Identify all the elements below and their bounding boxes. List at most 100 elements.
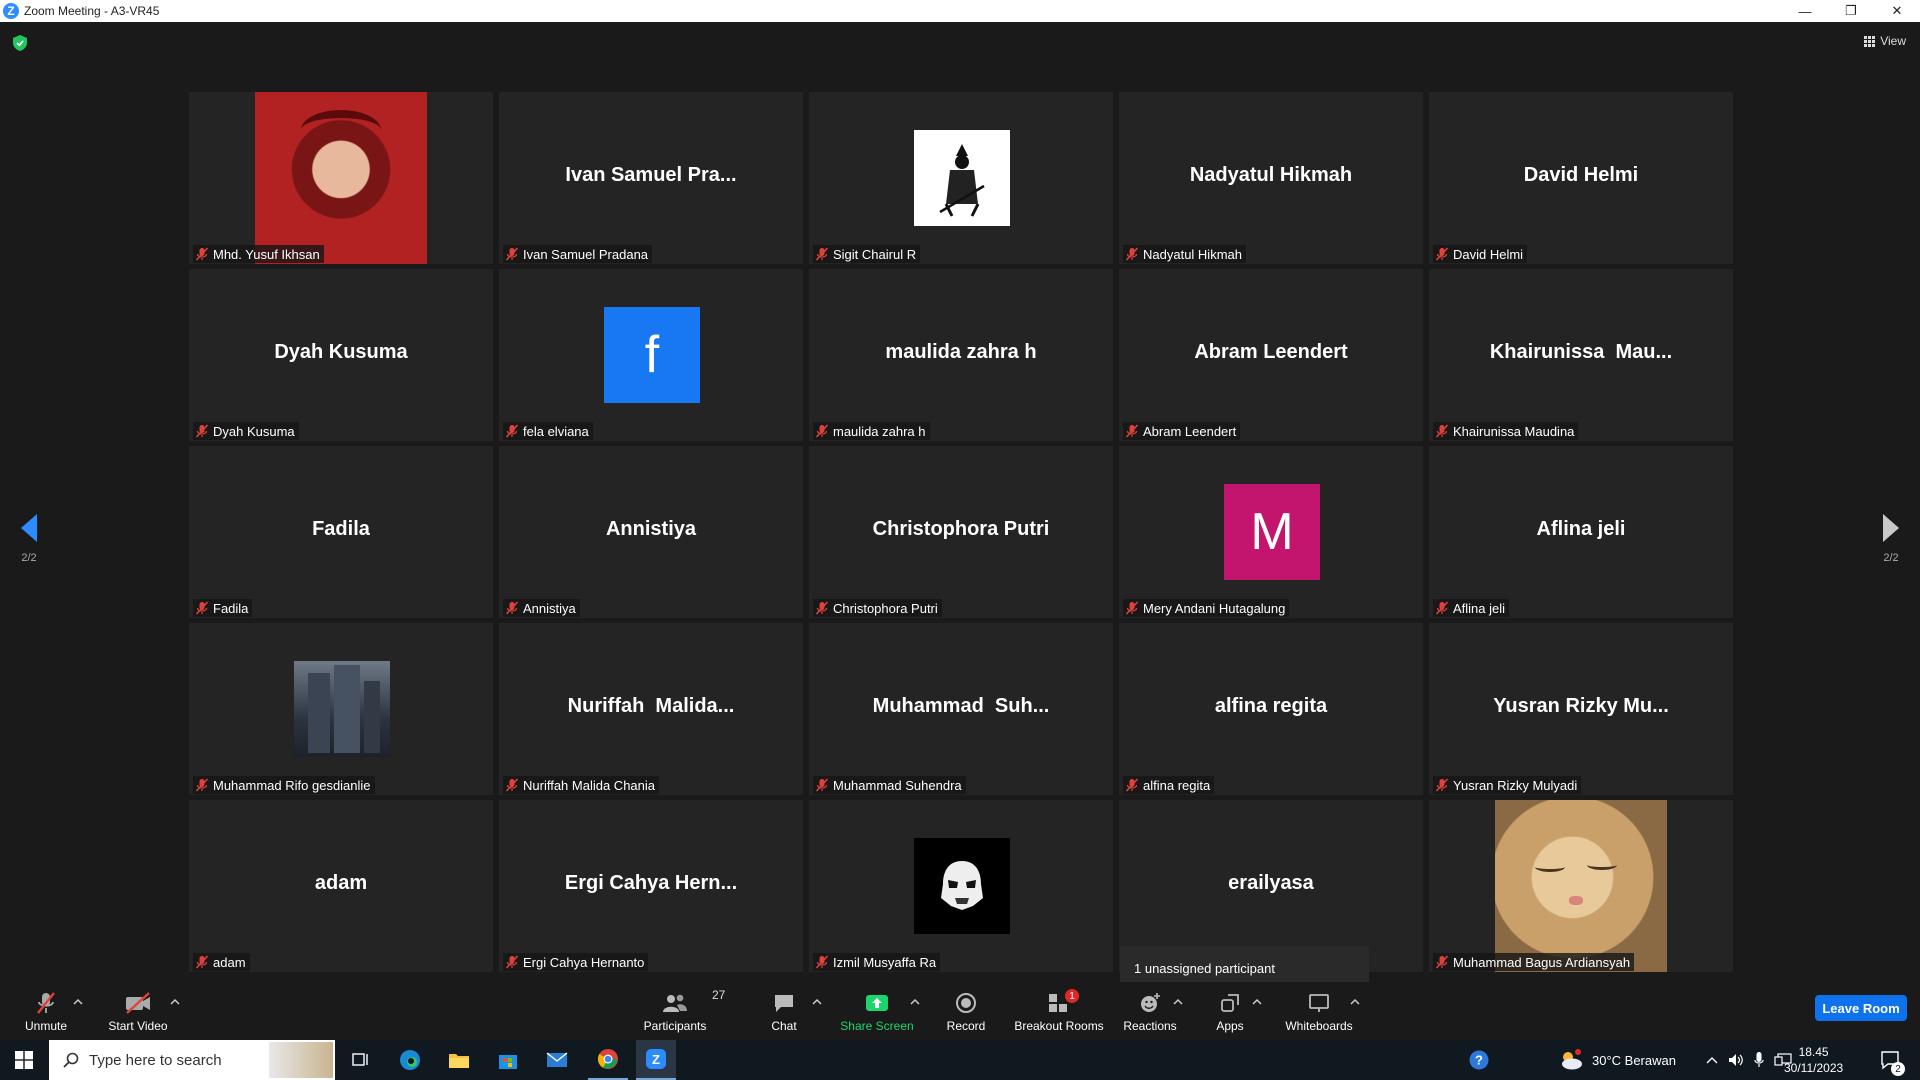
- windows-start-button[interactable]: [10, 1040, 38, 1080]
- whiteboards-button[interactable]: Whiteboards: [1280, 982, 1358, 1040]
- edge-browser-button[interactable]: [395, 1040, 425, 1080]
- participant-name: Mhd. Yusuf Ikhsan: [213, 246, 320, 262]
- zoom-taskbar-button[interactable]: Z: [636, 1040, 676, 1080]
- audio-options-caret-icon[interactable]: [73, 998, 83, 1006]
- mail-button[interactable]: [542, 1040, 572, 1080]
- grid-view-icon: [1864, 35, 1876, 47]
- participant-name-label: Ivan Samuel Pradana: [503, 245, 653, 263]
- share-screen-button[interactable]: Share Screen: [838, 982, 916, 1040]
- arrow-left-icon: [21, 514, 37, 542]
- svg-text:Z: Z: [652, 1052, 660, 1067]
- windows-logo-icon: [15, 1051, 33, 1069]
- help-button[interactable]: ?: [1466, 1040, 1492, 1080]
- participant-tile[interactable]: Fadila Fadila: [189, 446, 493, 618]
- participants-button[interactable]: 27 Participants: [640, 982, 726, 1040]
- participant-display-name: Ergi Cahya Hern...: [564, 872, 738, 894]
- next-page-button[interactable]: 2/2: [1871, 514, 1911, 564]
- participant-display-name: erailyasa: [1228, 872, 1314, 894]
- restore-button[interactable]: ❐: [1828, 0, 1874, 22]
- share-screen-label: Share Screen: [840, 1019, 914, 1033]
- encryption-shield-icon[interactable]: [13, 35, 27, 51]
- unmute-button[interactable]: Unmute: [20, 982, 72, 1040]
- participant-name: Sigit Chairul R: [833, 246, 917, 262]
- participant-name: Mery Andani Hutagalung: [1143, 600, 1286, 616]
- apps-icon: [1221, 994, 1239, 1012]
- microsoft-store-button[interactable]: [493, 1040, 523, 1080]
- participant-name-label: Sigit Chairul R: [813, 245, 921, 263]
- show-hidden-icons-icon[interactable]: [1706, 1056, 1718, 1064]
- volume-icon[interactable]: [1728, 1053, 1744, 1067]
- start-video-button[interactable]: Start Video: [106, 982, 170, 1040]
- participant-tile[interactable]: Annistiya Annistiya: [499, 446, 803, 618]
- participant-tile[interactable]: Nadyatul Hikmah Nadyatul Hikmah: [1119, 92, 1423, 264]
- participant-tile[interactable]: Nuriffah Malida... Nuriffah Malida Chania: [499, 623, 803, 795]
- participant-tile[interactable]: M Mery Andani Hutagalung: [1119, 446, 1423, 618]
- window-titlebar: Z Zoom Meeting - A3-VR45 — ❐ ✕: [0, 0, 1920, 22]
- participant-tile[interactable]: alfina regita alfina regita: [1119, 623, 1423, 795]
- apps-options-caret-icon[interactable]: [1252, 998, 1262, 1006]
- participant-tile[interactable]: Abram Leendert Abram Leendert: [1119, 269, 1423, 441]
- microphone-tray-icon[interactable]: [1754, 1052, 1764, 1068]
- weather-text: 30°C Berawan: [1592, 1052, 1676, 1068]
- reactions-label: Reactions: [1123, 1019, 1177, 1033]
- participant-tile[interactable]: Mhd. Yusuf Ikhsan: [189, 92, 493, 264]
- participant-display-name: Abram Leendert: [1194, 341, 1348, 363]
- participant-name-label: Aflina jeli: [1433, 599, 1510, 617]
- file-explorer-button[interactable]: [444, 1040, 474, 1080]
- whiteboards-options-caret-icon[interactable]: [1350, 998, 1360, 1006]
- previous-page-button[interactable]: 2/2: [9, 514, 49, 564]
- apps-button[interactable]: Apps: [1204, 982, 1256, 1040]
- participant-name-label: maulida zahra h: [813, 422, 930, 440]
- participant-tile[interactable]: Muhammad Bagus Ardiansyah: [1429, 800, 1733, 972]
- svg-text:?: ?: [1475, 1053, 1483, 1068]
- clock[interactable]: 18.45 30/11/2023: [1784, 1040, 1843, 1080]
- participant-tile[interactable]: Khairunissa Mau... Khairunissa Maudina: [1429, 269, 1733, 441]
- participant-tile[interactable]: Sigit Chairul R: [809, 92, 1113, 264]
- participant-tile[interactable]: Christophora Putri Christophora Putri: [809, 446, 1113, 618]
- participant-display-name: adam: [314, 872, 368, 894]
- video-options-caret-icon[interactable]: [170, 998, 180, 1006]
- participant-name-label: Izmil Musyaffa Ra: [813, 953, 941, 971]
- breakout-rooms-button[interactable]: 1 Breakout Rooms: [1012, 982, 1106, 1040]
- taskbar-search-box[interactable]: Type here to search: [49, 1040, 335, 1080]
- avatar-facebook: f: [604, 307, 700, 403]
- muted-mic-icon: [1125, 778, 1139, 792]
- participant-display-name: Annistiya: [605, 518, 697, 540]
- leave-room-button[interactable]: Leave Room: [1815, 995, 1907, 1021]
- participant-tile[interactable]: Aflina jeli Aflina jeli: [1429, 446, 1733, 618]
- participant-name: Christophora Putri: [833, 600, 938, 616]
- view-button[interactable]: View: [1864, 34, 1906, 48]
- participant-display-name: Nadyatul Hikmah: [1189, 164, 1353, 186]
- participant-name-label: Fadila: [193, 599, 253, 617]
- record-button[interactable]: Record: [940, 982, 992, 1040]
- participant-tile[interactable]: David Helmi David Helmi: [1429, 92, 1733, 264]
- participant-tile[interactable]: Muhammad Rifo gesdianlie: [189, 623, 493, 795]
- participant-tile[interactable]: Dyah Kusuma Dyah Kusuma: [189, 269, 493, 441]
- participant-tile[interactable]: Yusran Rizky Mu... Yusran Rizky Mulyadi: [1429, 623, 1733, 795]
- participant-tile[interactable]: maulida zahra h maulida zahra h: [809, 269, 1113, 441]
- start-video-label: Start Video: [108, 1019, 168, 1033]
- reactions-options-caret-icon[interactable]: [1173, 998, 1183, 1006]
- chat-button[interactable]: Chat: [758, 982, 810, 1040]
- participant-display-name: Aflina jeli: [1536, 518, 1626, 540]
- participant-tile[interactable]: Ergi Cahya Hern... Ergi Cahya Hernanto: [499, 800, 803, 972]
- weather-widget[interactable]: 30°C Berawan: [1558, 1040, 1676, 1080]
- share-options-caret-icon[interactable]: [910, 998, 920, 1006]
- chrome-button[interactable]: [588, 1040, 628, 1080]
- minimize-button[interactable]: —: [1782, 0, 1828, 22]
- clock-time: 18.45: [1798, 1045, 1829, 1059]
- clock-date: 30/11/2023: [1784, 1061, 1844, 1075]
- chat-options-caret-icon[interactable]: [812, 998, 822, 1006]
- participant-name-label: Yusran Rizky Mulyadi: [1433, 776, 1582, 794]
- participant-tile[interactable]: Izmil Musyaffa Ra: [809, 800, 1113, 972]
- close-button[interactable]: ✕: [1874, 0, 1920, 22]
- participant-tile[interactable]: Ivan Samuel Pra... Ivan Samuel Pradana: [499, 92, 803, 264]
- participant-tile[interactable]: Muhammad Suh... Muhammad Suhendra: [809, 623, 1113, 795]
- participant-tile[interactable]: adam adam: [189, 800, 493, 972]
- participant-tile[interactable]: f fela elviana: [499, 269, 803, 441]
- notification-center-button[interactable]: 2: [1880, 1040, 1905, 1080]
- task-view-button[interactable]: [346, 1040, 376, 1080]
- participant-display-name: alfina regita: [1214, 695, 1328, 717]
- reactions-button[interactable]: Reactions: [1120, 982, 1180, 1040]
- help-question-icon: ?: [1469, 1050, 1489, 1070]
